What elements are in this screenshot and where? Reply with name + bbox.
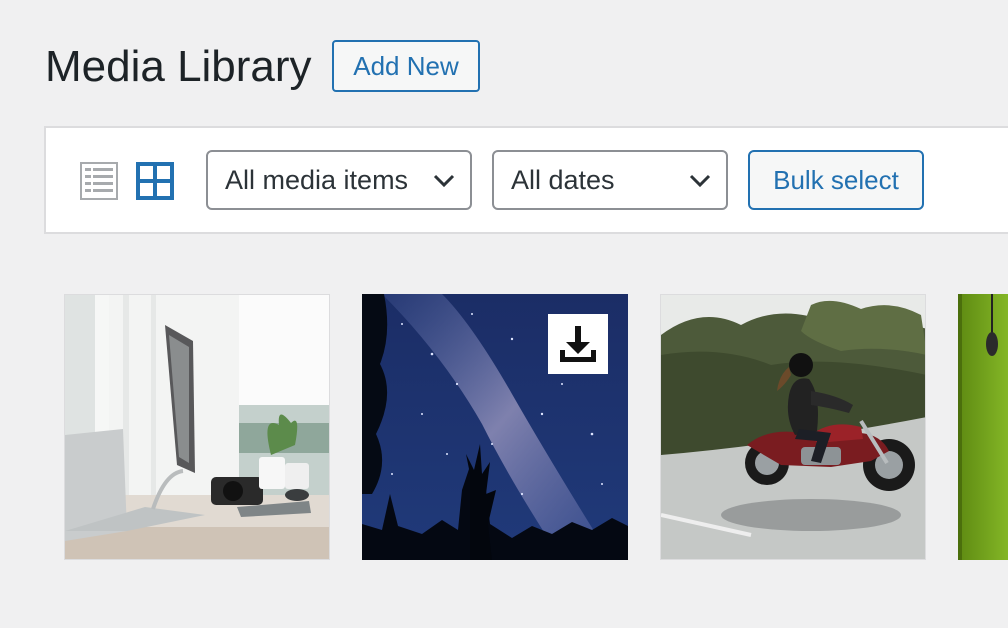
motorcycle-image (661, 295, 925, 559)
date-filter[interactable]: All dates (492, 150, 728, 210)
grid-view-icon[interactable] (136, 162, 174, 200)
media-type-filter[interactable]: All media items (206, 150, 472, 210)
green-partial-image (958, 294, 1008, 560)
page-title: Media Library (45, 42, 312, 91)
date-filter-value: All dates (511, 164, 615, 195)
media-item-desk-workspace[interactable] (64, 294, 330, 560)
add-new-button[interactable]: Add New (332, 40, 480, 92)
media-toolbar: All media items All dates Bulk select (44, 126, 1008, 234)
media-item-motorcycle[interactable] (660, 294, 926, 560)
list-view-icon[interactable] (80, 162, 118, 200)
chevron-down-icon (689, 174, 711, 188)
media-library-page: Media Library Add New All media items Al… (0, 0, 1008, 628)
media-type-filter-value: All media items (225, 164, 409, 195)
desk-workspace-image (65, 295, 329, 559)
chevron-down-icon (433, 174, 455, 188)
bulk-select-button[interactable]: Bulk select (748, 150, 924, 210)
media-item-green[interactable] (958, 294, 1008, 560)
download-icon[interactable] (548, 314, 608, 374)
media-item-night-sky[interactable] (362, 294, 628, 560)
